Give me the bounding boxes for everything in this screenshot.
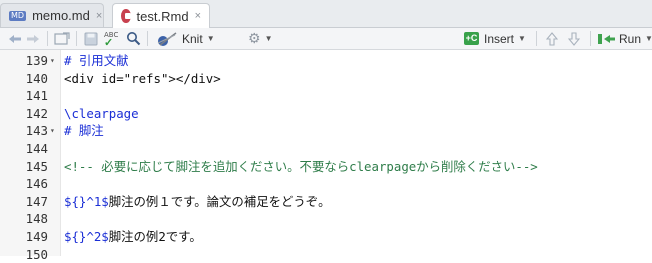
tab-test-rmd[interactable]: test.Rmd × (112, 3, 210, 28)
close-icon[interactable]: × (195, 10, 201, 22)
gear-icon: ⚙ (248, 30, 261, 46)
line-number: 147 (25, 193, 48, 209)
inline-math: ${}^2$ (64, 229, 109, 244)
insert-dropdown-icon: ▼ (518, 34, 526, 43)
tab-label: test.Rmd (136, 8, 189, 24)
check-icon: ✓ (104, 36, 114, 49)
code-line[interactable]: 147 ${}^1$脚注の例１です。論文の補足をどうぞ。 (0, 193, 652, 211)
close-icon[interactable]: × (96, 10, 102, 22)
knit-icon (157, 31, 177, 46)
code-line[interactable]: 150 (0, 246, 652, 263)
code-line[interactable]: 141 (0, 87, 652, 105)
editor-toolbar: ABC ✓ Knit ▼ ⚙ ▼ +C Insert ▼ Run ▼ (0, 28, 652, 50)
run-button[interactable]: Run ▼ (598, 28, 652, 49)
knit-dropdown-icon[interactable]: ▼ (207, 34, 215, 43)
forward-icon[interactable] (26, 28, 42, 49)
show-in-window-icon[interactable] (54, 28, 70, 49)
line-content: ${}^1$脚注の例１です。論文の補足をどうぞ。 (64, 193, 331, 211)
toolbar-divider (76, 31, 77, 46)
line-number: 150 (25, 246, 48, 262)
fold-toggle-icon[interactable]: ▾ (50, 52, 55, 70)
line-number: 140 (25, 70, 48, 86)
run-label: Run (619, 31, 642, 46)
go-to-previous-chunk-icon[interactable] (546, 28, 558, 49)
md-file-icon: MD (9, 10, 27, 21)
line-number: 149 (25, 229, 48, 244)
code-line[interactable]: 139 ▾ # 引用文献 (0, 52, 652, 70)
editor-tab-bar: MD memo.md × test.Rmd × (0, 0, 652, 28)
run-icon (598, 33, 615, 44)
spellcheck-button[interactable]: ABC ✓ (104, 28, 118, 49)
back-icon[interactable] (6, 28, 22, 49)
line-content: # 引用文献 (64, 53, 129, 68)
code-editor[interactable]: 139 ▾ # 引用文献 140 <div id="refs"></div> 141 142… (0, 50, 652, 262)
tab-memo-md[interactable]: MD memo.md × (0, 3, 104, 27)
insert-chunk-button[interactable]: +C Insert ▼ (464, 28, 526, 49)
line-number: 145 (25, 158, 48, 174)
toolbar-divider (536, 31, 537, 46)
knit-button[interactable]: Knit ▼ (154, 28, 215, 49)
line-content: <div id="refs"></div> (64, 70, 221, 86)
knit-label: Knit (182, 31, 203, 46)
code-line[interactable]: 143 ▾ # 脚注 (0, 122, 652, 140)
settings-button[interactable]: ⚙ ▼ (248, 28, 272, 49)
line-number: 146 (25, 176, 48, 192)
code-line[interactable]: 146 (0, 175, 652, 193)
line-number: 139 (25, 53, 48, 68)
toolbar-divider (147, 31, 148, 46)
save-icon[interactable] (84, 28, 98, 49)
line-content: <!-- 必要に応じて脚注を追加ください。不要ならclearpageから削除くだ… (64, 158, 538, 174)
insert-chunk-icon: +C (464, 32, 479, 45)
toolbar-divider (590, 31, 591, 46)
inline-math: ${}^1$ (64, 193, 109, 209)
line-content: ${}^2$脚注の例2です。 (64, 228, 202, 246)
line-number: 143 (25, 123, 48, 139)
code-line[interactable]: 140 <div id="refs"></div> (0, 70, 652, 88)
code-line[interactable]: 148 (0, 210, 652, 228)
code-line[interactable]: 142 \clearpage (0, 105, 652, 123)
code-line[interactable]: 145 <!-- 必要に応じて脚注を追加ください。不要ならclearpageから削… (0, 158, 652, 176)
line-number: 141 (25, 88, 48, 104)
line-content: \clearpage (64, 105, 139, 121)
line-number: 142 (25, 105, 48, 121)
run-dropdown-icon: ▼ (645, 34, 652, 43)
fold-toggle-icon[interactable]: ▾ (50, 122, 55, 140)
footnote-text: 脚注の例１です。論文の補足をどうぞ。 (108, 193, 331, 209)
search-icon[interactable] (126, 28, 141, 49)
line-number: 148 (25, 211, 48, 227)
line-number: 144 (25, 141, 48, 156)
go-to-next-chunk-icon[interactable] (568, 28, 580, 49)
settings-dropdown-icon: ▼ (264, 34, 273, 43)
rmd-file-icon (121, 9, 131, 23)
code-line[interactable]: 144 (0, 140, 652, 158)
tab-label: memo.md (32, 8, 90, 23)
toolbar-divider (47, 31, 48, 46)
footnote-text: 脚注の例2です。 (108, 229, 202, 244)
line-content: # 脚注 (64, 123, 104, 139)
insert-label: Insert (484, 31, 515, 46)
code-line[interactable]: 149 ${}^2$脚注の例2です。 (0, 228, 652, 246)
